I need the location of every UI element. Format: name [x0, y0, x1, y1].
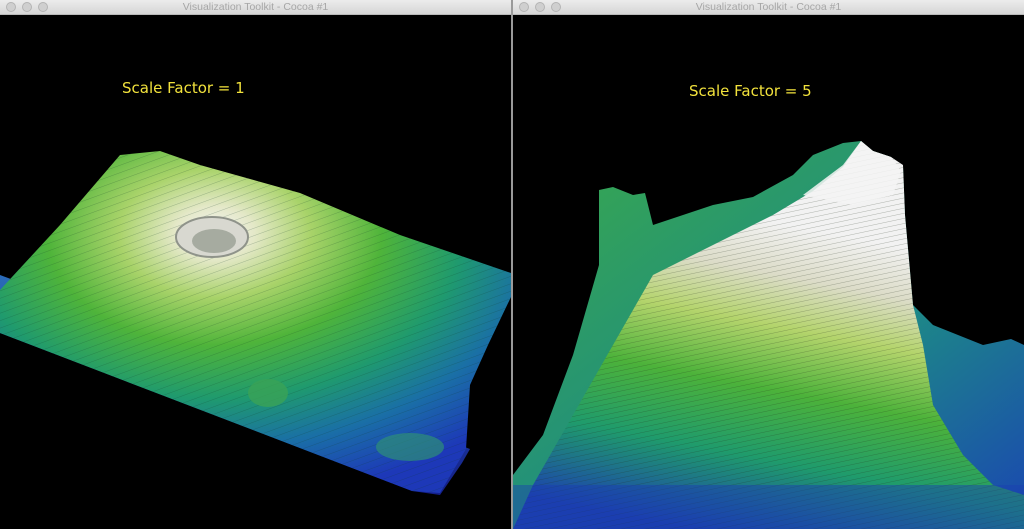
- scale-factor-label: Scale Factor = 5: [689, 82, 812, 100]
- desktop: Visualization Toolkit - Cocoa #1 Scale F…: [0, 0, 1024, 529]
- vtk-window-left[interactable]: Visualization Toolkit - Cocoa #1 Scale F…: [0, 0, 511, 529]
- vtk-window-right[interactable]: Visualization Toolkit - Cocoa #1 Scale F…: [513, 0, 1024, 529]
- window-titlebar[interactable]: Visualization Toolkit - Cocoa #1: [0, 0, 511, 15]
- window-title: Visualization Toolkit - Cocoa #1: [695, 1, 842, 13]
- window-titlebar[interactable]: Visualization Toolkit - Cocoa #1: [513, 0, 1024, 15]
- render-viewport[interactable]: Scale Factor = 1: [0, 15, 511, 529]
- render-viewport[interactable]: Scale Factor = 5: [513, 15, 1024, 529]
- scale-factor-label: Scale Factor = 1: [122, 79, 245, 97]
- window-title: Visualization Toolkit - Cocoa #1: [182, 1, 329, 13]
- terrain-render-scale-1: [0, 151, 511, 495]
